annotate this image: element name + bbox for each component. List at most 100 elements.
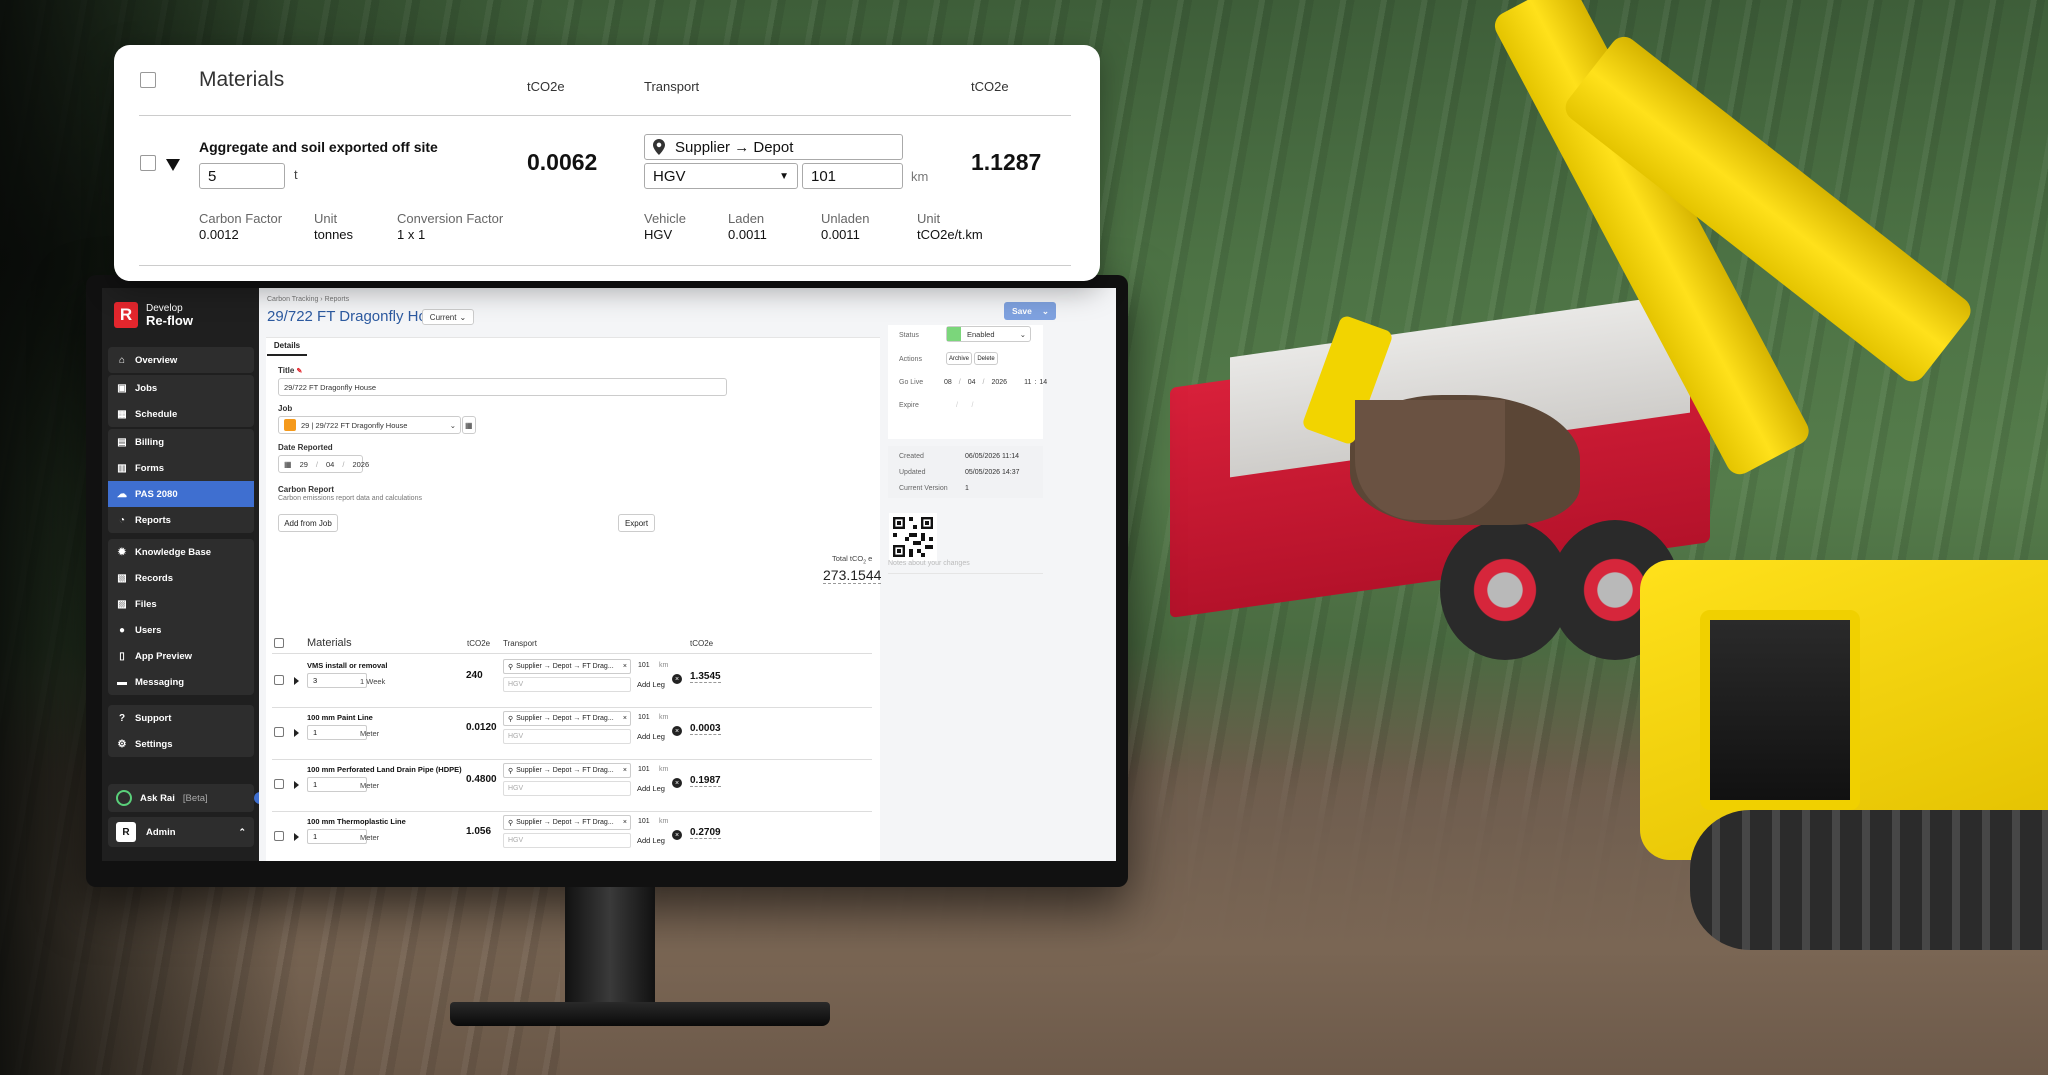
select-all-checkbox[interactable]	[274, 638, 284, 648]
add-leg-button[interactable]: Add Leg	[637, 784, 665, 793]
remove-icon[interactable]: ×	[672, 830, 682, 840]
row-checkbox[interactable]	[274, 779, 284, 789]
chevron-down-icon: ⌄	[449, 420, 456, 430]
distance-value[interactable]: 101	[638, 818, 650, 825]
material-tco2e: 0.0062	[527, 149, 598, 175]
sidebar-item-label: Users	[135, 624, 162, 636]
monitor-base	[450, 1002, 830, 1026]
meta-panel: Created 06/05/2026 11:14 Updated 05/05/2…	[888, 446, 1043, 498]
material-tco2e: 0.4800	[466, 774, 497, 785]
expand-icon[interactable]	[294, 833, 299, 841]
vehicle-select[interactable]: HGV	[503, 833, 631, 848]
status-select[interactable]: Enabled ⌄	[946, 326, 1031, 342]
save-label: Save	[1012, 306, 1032, 316]
distance-value[interactable]: 101	[638, 662, 650, 669]
quantity-input[interactable]: 3	[307, 673, 367, 688]
add-leg-button[interactable]: Add Leg	[637, 836, 665, 845]
remove-icon[interactable]: ×	[672, 674, 682, 684]
sidebar-item-pas2080[interactable]: ☁ PAS 2080	[108, 481, 254, 507]
sidebar-item-label: Support	[135, 712, 172, 724]
sidebar-item-label: Knowledge Base	[135, 546, 212, 558]
caret-down-icon[interactable]	[166, 159, 180, 171]
transport-unit-label: Unit	[917, 211, 941, 226]
quantity-input[interactable]: 5	[199, 163, 285, 189]
sidebar-item-overview[interactable]: ⌂ Overview	[108, 347, 254, 373]
nav-group: ▤ Billing ▥ Forms ☁ PAS 2080 ◔ Reports	[108, 429, 254, 533]
expand-icon[interactable]	[294, 781, 299, 789]
sidebar-item-schedule[interactable]: ▦ Schedule	[108, 401, 254, 427]
vehicle-select[interactable]: HGV ▼	[644, 163, 798, 189]
sidebar-item-messaging[interactable]: ▬ Messaging	[108, 669, 254, 695]
save-button[interactable]: Save ⌄	[1004, 302, 1056, 320]
row-checkbox[interactable]	[140, 155, 156, 171]
ask-rai-button[interactable]: Ask Rai [Beta] ‹	[108, 784, 266, 812]
quantity-input[interactable]: 1	[307, 829, 367, 844]
distance-value[interactable]: 101	[638, 766, 650, 773]
total-label: Total tCO2 e	[832, 554, 873, 566]
job-select[interactable]: 29 | 29/722 FT Dragonfly House ⌄	[278, 416, 461, 434]
sidebar-item-forms[interactable]: ▥ Forms	[108, 455, 254, 481]
row-checkbox[interactable]	[274, 727, 284, 737]
go-live-input[interactable]: 08/04/2026 11:14	[944, 379, 1047, 386]
select-all-checkbox[interactable]	[140, 72, 156, 88]
delete-button[interactable]: Delete	[974, 352, 998, 365]
close-icon[interactable]: ×	[623, 819, 627, 826]
quantity-input[interactable]: 1	[307, 777, 367, 792]
expand-icon[interactable]	[294, 677, 299, 685]
row-checkbox[interactable]	[274, 675, 284, 685]
sidebar-item-support[interactable]: ? Support	[108, 705, 254, 731]
app-logo[interactable]: R Develop Re-flow	[114, 302, 193, 328]
route-input[interactable]: Supplier → Depot	[644, 134, 903, 160]
date-input[interactable]: ▦ 29/ 04/ 2026	[278, 455, 369, 473]
add-leg-button[interactable]: Add Leg	[637, 680, 665, 689]
qr-code-icon[interactable]	[889, 513, 937, 561]
logo-line2: Re-flow	[146, 313, 193, 328]
export-button[interactable]: Export	[618, 514, 655, 532]
sidebar-item-billing[interactable]: ▤ Billing	[108, 429, 254, 455]
sidebar-item-reports[interactable]: ◔ Reports	[108, 507, 254, 533]
sidebar-item-records[interactable]: ▧ Records	[108, 565, 254, 591]
route-input[interactable]: ⚲ Supplier → Depot → FT Drag... ×	[503, 815, 631, 830]
notes-input[interactable]: Notes about your changes	[888, 560, 1043, 574]
add-leg-button[interactable]: Add Leg	[637, 732, 665, 741]
sidebar-item-users[interactable]: ● Users	[108, 617, 254, 643]
expire-input[interactable]: / /	[956, 402, 974, 409]
remove-icon[interactable]: ×	[672, 726, 682, 736]
help-icon: ?	[118, 712, 126, 724]
breadcrumb[interactable]: Carbon Tracking › Reports	[267, 296, 349, 303]
expand-icon[interactable]	[294, 729, 299, 737]
close-icon[interactable]: ×	[623, 663, 627, 670]
app-screen: R Develop Re-flow ⌂ Overview ▣ Jobs ▦ Sched…	[102, 288, 1116, 861]
nav-group: ▣ Jobs ▦ Schedule	[108, 375, 254, 427]
tab-details[interactable]: Details	[267, 337, 307, 356]
route-input[interactable]: ⚲ Supplier → Depot → FT Drag... ×	[503, 711, 631, 726]
sidebar-item-jobs[interactable]: ▣ Jobs	[108, 375, 254, 401]
calendar-button[interactable]: ▦	[462, 416, 476, 434]
vehicle-select[interactable]: HGV	[503, 729, 631, 744]
sidebar-item-settings[interactable]: ⚙ Settings	[108, 731, 254, 757]
quantity-input[interactable]: 1	[307, 725, 367, 740]
row-checkbox[interactable]	[274, 831, 284, 841]
sidebar-item-label: Records	[135, 572, 174, 584]
sidebar-item-files[interactable]: ▨ Files	[108, 591, 254, 617]
archive-button[interactable]: Archive	[946, 352, 972, 365]
distance-value[interactable]: 101	[638, 714, 650, 721]
quantity-unit: Meter	[360, 729, 380, 738]
files-icon: ▨	[117, 598, 127, 610]
nav-group: ? Support ⚙ Settings	[108, 705, 254, 757]
route-input[interactable]: ⚲ Supplier → Depot → FT Drag... ×	[503, 763, 631, 778]
add-from-job-button[interactable]: Add from Job	[278, 514, 338, 532]
close-icon[interactable]: ×	[623, 767, 627, 774]
close-icon[interactable]: ×	[623, 715, 627, 722]
admin-menu[interactable]: R Admin ⌃	[108, 817, 254, 847]
vehicle-select[interactable]: HGV	[503, 677, 631, 692]
sidebar-item-knowledge-base[interactable]: ✹ Knowledge Base	[108, 539, 254, 565]
remove-icon[interactable]: ×	[672, 778, 682, 788]
distance-input[interactable]: 101	[802, 163, 903, 189]
title-input[interactable]: 29/722 FT Dragonfly House	[278, 378, 727, 396]
sidebar-item-app-preview[interactable]: ▯ App Preview	[108, 643, 254, 669]
route-input[interactable]: ⚲ Supplier → Depot → FT Drag... ×	[503, 659, 631, 674]
vehicle-select[interactable]: HGV	[503, 781, 631, 796]
sidebar-item-label: Overview	[135, 354, 178, 366]
version-select[interactable]: Current ⌄	[422, 309, 474, 325]
